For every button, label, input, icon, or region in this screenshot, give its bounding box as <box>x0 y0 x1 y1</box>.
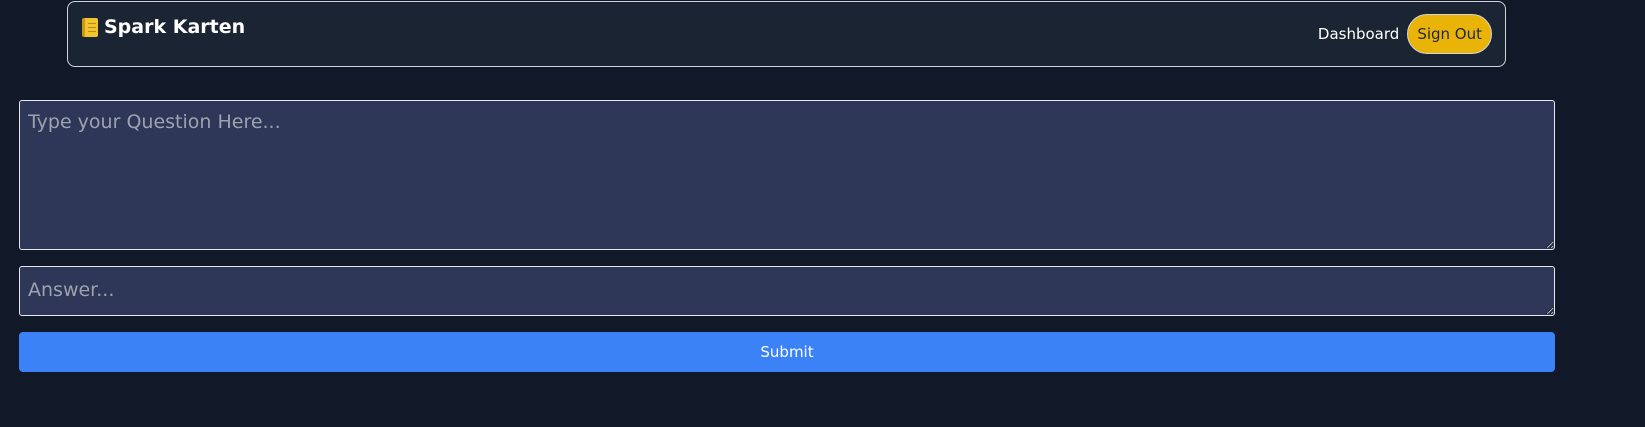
app-title: Spark Karten <box>104 16 246 38</box>
navbar: Spark Karten Dashboard Sign Out <box>67 1 1506 67</box>
brand[interactable]: Spark Karten <box>82 16 245 38</box>
sign-out-button[interactable]: Sign Out <box>1407 14 1492 54</box>
notebook-icon <box>82 17 98 37</box>
nav-actions: Dashboard Sign Out <box>1318 14 1492 54</box>
submit-button[interactable]: Submit <box>19 332 1555 372</box>
answer-input[interactable] <box>19 266 1555 316</box>
dashboard-link[interactable]: Dashboard <box>1318 25 1399 43</box>
question-input[interactable] <box>19 100 1555 250</box>
